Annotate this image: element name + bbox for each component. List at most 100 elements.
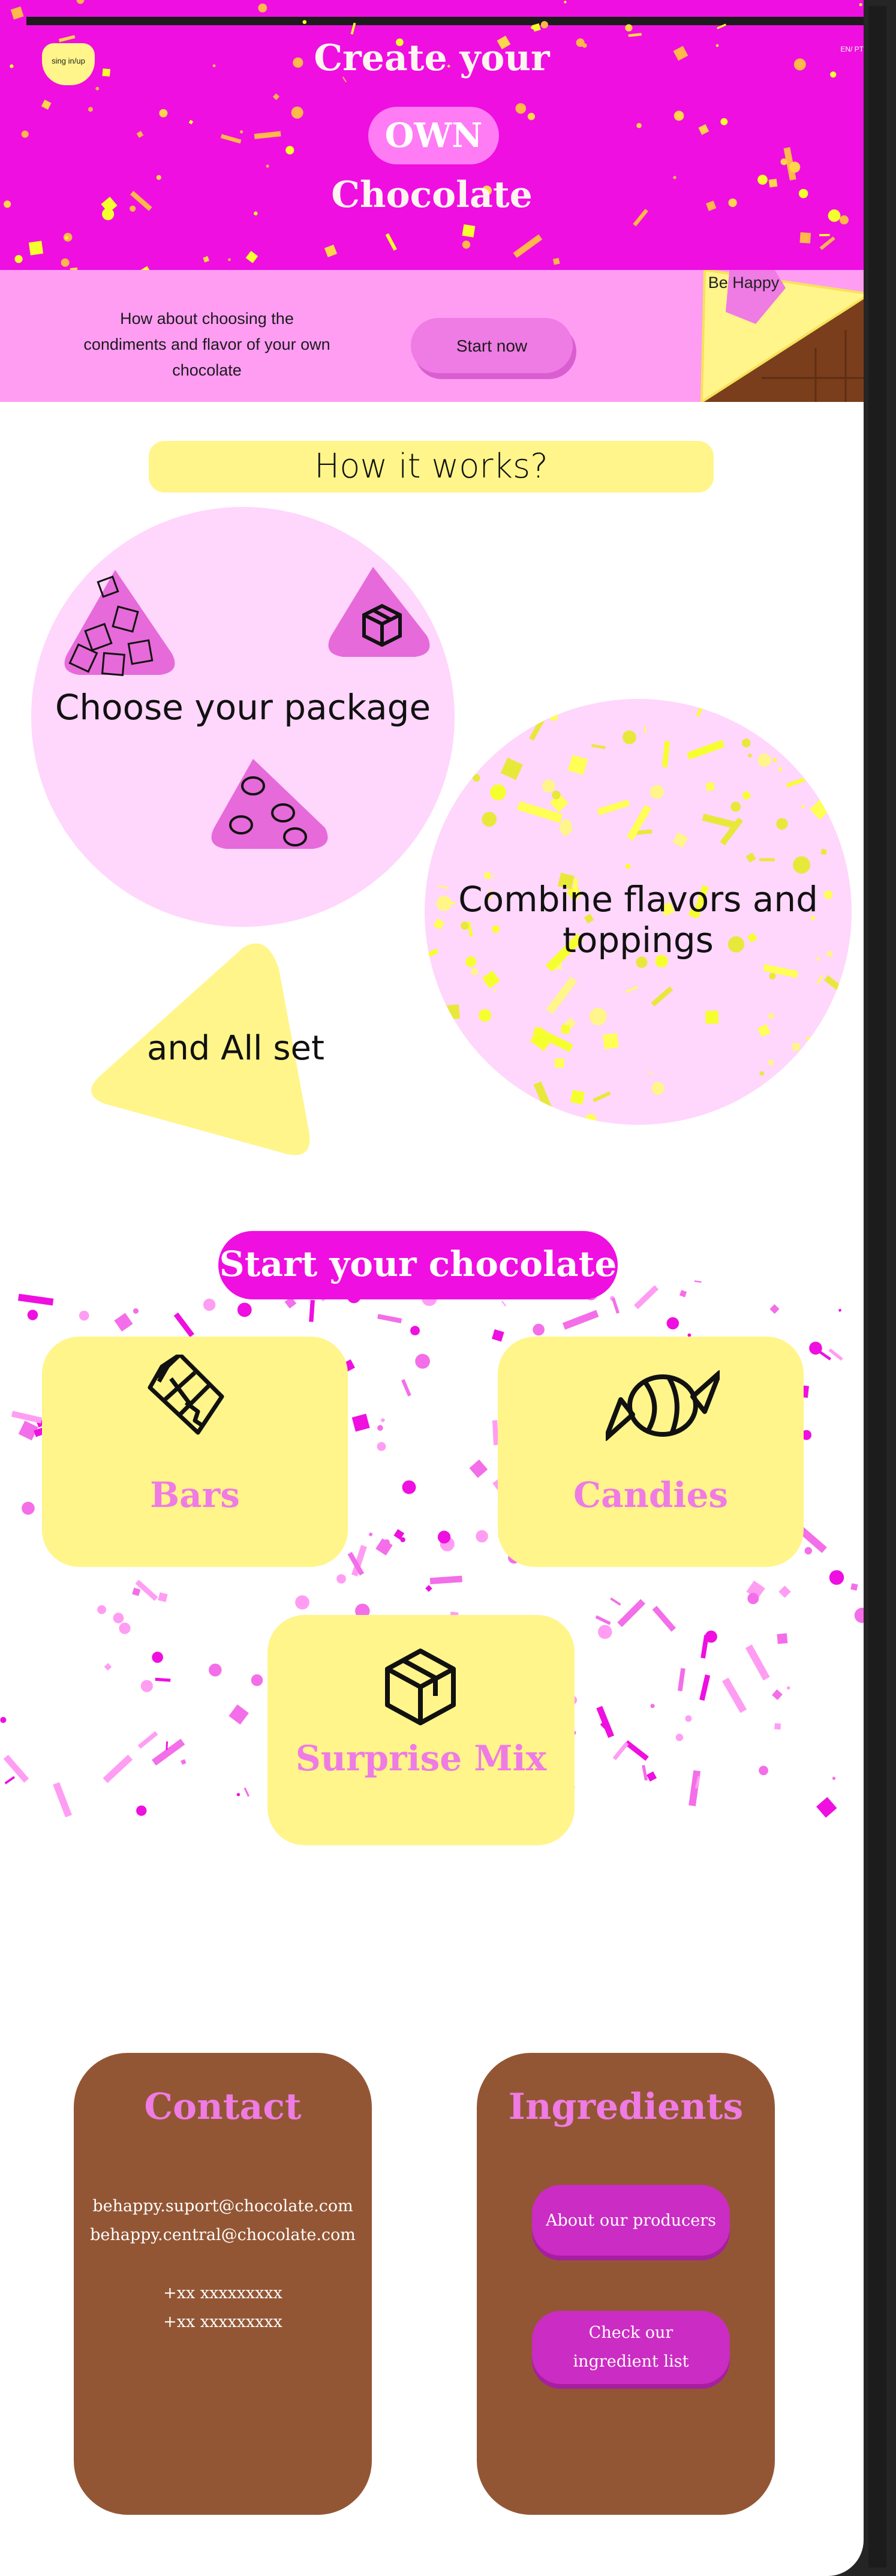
confetti-piece bbox=[245, 251, 258, 263]
confetti-piece bbox=[159, 109, 168, 118]
confetti-piece bbox=[591, 744, 606, 749]
confetti-piece bbox=[626, 804, 652, 841]
confetti-piece bbox=[642, 1764, 648, 1781]
box-pattern-icon bbox=[328, 567, 430, 657]
confetti-piece bbox=[562, 1310, 599, 1330]
confetti-piece bbox=[140, 1680, 153, 1692]
confetti-piece bbox=[295, 1595, 309, 1610]
confetti-piece bbox=[228, 1704, 249, 1725]
confetti-piece bbox=[425, 1074, 441, 1098]
confetti-piece bbox=[778, 767, 783, 771]
confetti-piece bbox=[647, 1070, 654, 1075]
confetti-piece bbox=[350, 22, 356, 35]
confetti-piece bbox=[377, 1425, 383, 1431]
confetti-piece bbox=[700, 1635, 709, 1659]
confetti-piece bbox=[533, 1081, 557, 1122]
confetti-piece bbox=[859, 2, 862, 7]
card-bars-label: Bars bbox=[150, 1475, 240, 1515]
confetti-piece bbox=[597, 799, 630, 815]
confetti-piece bbox=[561, 1024, 570, 1034]
confetti-piece bbox=[819, 236, 835, 250]
confetti-piece bbox=[757, 1023, 771, 1037]
confetti-piece bbox=[792, 1043, 800, 1051]
confetti-piece bbox=[527, 113, 536, 121]
confetti-piece bbox=[633, 1285, 659, 1310]
confetti-piece bbox=[675, 1733, 684, 1742]
confetti-piece bbox=[243, 1787, 250, 1797]
confetti-piece bbox=[720, 118, 728, 125]
confetti-piece bbox=[819, 1034, 834, 1050]
confetti-piece bbox=[809, 1341, 822, 1355]
confetti-piece bbox=[493, 989, 497, 992]
confetti-piece bbox=[757, 753, 771, 767]
confetti-piece bbox=[10, 6, 24, 20]
confetti-piece bbox=[546, 976, 578, 1014]
confetti-piece bbox=[469, 1459, 488, 1478]
confetti-piece bbox=[479, 1009, 492, 1022]
confetti-piece bbox=[444, 1004, 460, 1020]
card-surprise-mix[interactable]: Surprise Mix bbox=[267, 1615, 575, 1845]
confetti-piece bbox=[0, 1716, 7, 1724]
card-candies[interactable]: Candies bbox=[498, 1337, 804, 1567]
contact-email-1[interactable]: behappy.suport@chocolate.com bbox=[74, 2197, 372, 2215]
confetti-piece bbox=[482, 970, 500, 989]
confetti-piece bbox=[254, 131, 281, 139]
confetti-piece bbox=[17, 1293, 54, 1306]
confetti-piece bbox=[595, 1615, 611, 1625]
confetti-piece bbox=[500, 757, 524, 780]
confetti-piece bbox=[133, 1308, 139, 1314]
about-producers-button[interactable]: About our producers bbox=[532, 2185, 730, 2256]
confetti-piece bbox=[103, 1754, 133, 1784]
confetti-piece bbox=[415, 1353, 430, 1369]
confetti-piece bbox=[845, 961, 852, 971]
confetti-piece bbox=[698, 124, 709, 135]
confetti-piece bbox=[377, 1442, 386, 1451]
confetti-piece bbox=[598, 1625, 612, 1640]
contact-email-2[interactable]: behappy.central@chocolate.com bbox=[74, 2226, 372, 2244]
card-bars[interactable]: Bars bbox=[42, 1337, 348, 1567]
confetti-piece bbox=[828, 805, 841, 819]
confetti-piece bbox=[850, 1583, 858, 1591]
confetti-piece bbox=[589, 1007, 607, 1026]
confetti-piece bbox=[628, 32, 642, 37]
confetti-piece bbox=[840, 788, 852, 806]
confetti-piece bbox=[564, 1, 567, 4]
confetti-piece bbox=[772, 758, 777, 762]
confetti-piece bbox=[136, 1805, 147, 1816]
confetti-piece bbox=[61, 258, 70, 267]
confetti-piece bbox=[780, 158, 787, 166]
confetti-piece bbox=[705, 1010, 719, 1024]
confetti-piece bbox=[810, 1076, 821, 1098]
confetti-piece bbox=[816, 1797, 837, 1818]
confetti-piece bbox=[309, 1299, 315, 1322]
confetti-piece bbox=[798, 1103, 802, 1106]
ingredient-list-button[interactable]: Check our ingredient list bbox=[532, 2311, 730, 2384]
confetti-piece bbox=[21, 130, 29, 138]
confetti-piece bbox=[104, 1663, 112, 1671]
confetti-piece bbox=[839, 215, 849, 225]
hero-title-line3: Chocolate bbox=[331, 174, 533, 216]
confetti-piece bbox=[769, 1304, 780, 1314]
box-icon bbox=[385, 1649, 456, 1725]
confetti-piece bbox=[377, 1314, 402, 1323]
confetti-piece bbox=[351, 1413, 370, 1432]
confetti-piece bbox=[646, 1771, 657, 1782]
confetti-piece bbox=[429, 1575, 462, 1584]
confetti-piece bbox=[747, 753, 752, 758]
candy-pattern-icon bbox=[211, 759, 328, 849]
step-package-circle: Choose your package bbox=[31, 507, 455, 927]
confetti-piece bbox=[801, 749, 815, 762]
confetti-piece bbox=[593, 1091, 611, 1103]
confetti-piece bbox=[132, 1587, 141, 1596]
confetti-piece bbox=[491, 1329, 504, 1342]
confetti-piece bbox=[474, 736, 477, 739]
confetti-piece bbox=[228, 258, 231, 262]
confetti-piece bbox=[88, 107, 93, 112]
confetti-piece bbox=[462, 240, 471, 249]
confetti-piece bbox=[846, 846, 852, 852]
start-now-button[interactable]: Start now bbox=[411, 318, 573, 373]
confetti-piece bbox=[717, 23, 727, 29]
scrollbar[interactable] bbox=[868, 6, 886, 2568]
confetti-piece bbox=[747, 1593, 759, 1604]
confetti-piece bbox=[745, 1644, 770, 1681]
